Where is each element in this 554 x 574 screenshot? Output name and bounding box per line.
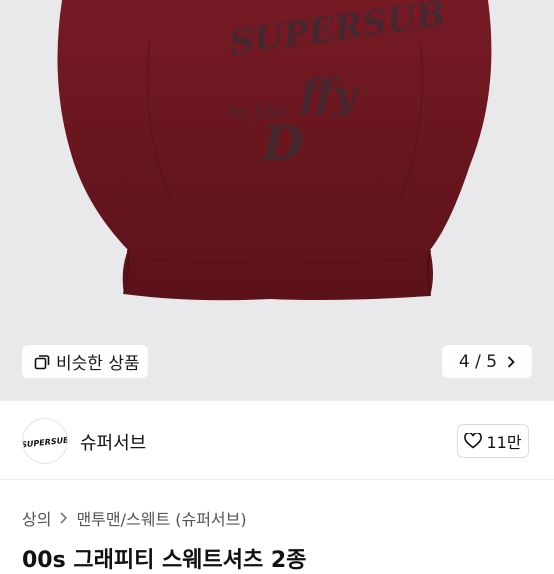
similar-products-button[interactable]: 비슷한 상품: [22, 345, 148, 378]
breadcrumb-item-category[interactable]: 맨투맨/스웨트 (슈퍼서브): [76, 506, 246, 530]
similar-products-label: 비슷한 상품: [56, 354, 140, 374]
breadcrumb-item-top[interactable]: 상의: [22, 506, 51, 530]
supersub-logo: SUPERSUB: [23, 436, 67, 450]
print-text: D: [260, 116, 304, 172]
pager-text: 4 / 5: [458, 351, 498, 372]
print-text: ffy: [297, 71, 359, 118]
seller-avatar[interactable]: SUPERSUB: [22, 418, 68, 464]
chevron-right-icon: [507, 355, 515, 368]
seller-bar: SUPERSUB 슈퍼서브 11만: [0, 400, 554, 480]
seller-name[interactable]: 슈퍼서브: [80, 429, 146, 455]
svg-text:SUPERSUB: SUPERSUB: [23, 436, 67, 450]
like-count: 11만: [486, 433, 522, 452]
follow-like-button[interactable]: 11만: [457, 424, 529, 458]
product-title: 00s 그래피티 스웨트셔츠 2종: [22, 548, 307, 573]
copy-icon: [34, 354, 50, 369]
sweatshirt-photo: SUPERSUB to the ffy D: [57, 0, 492, 301]
image-pager[interactable]: 4 / 5: [442, 345, 532, 378]
heart-icon: [464, 433, 483, 449]
product-image[interactable]: SUPERSUB to the ffy D 비슷한 상품 4 / 5: [0, 0, 554, 400]
breadcrumb: 상의 맨투맨/스웨트 (슈퍼서브): [22, 506, 247, 530]
chevron-right-icon: [60, 509, 68, 528]
